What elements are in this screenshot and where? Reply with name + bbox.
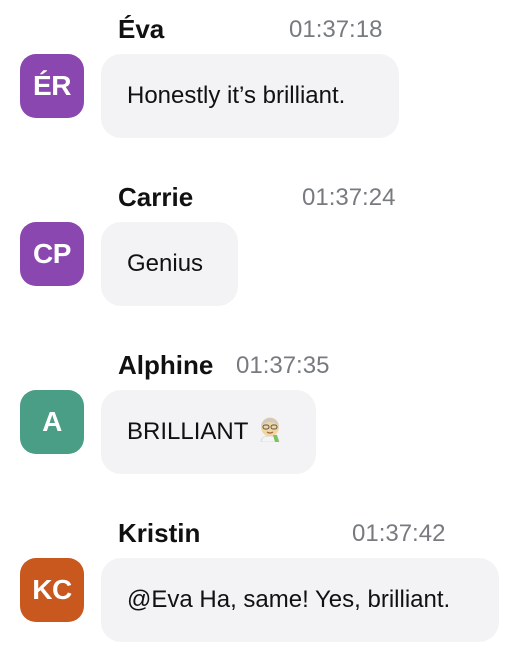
avatar[interactable]: ÉR xyxy=(20,54,84,118)
message-timestamp: 01:37:24 xyxy=(302,184,396,211)
sender-name[interactable]: Éva xyxy=(118,14,164,45)
message-timestamp: 01:37:18 xyxy=(289,16,383,43)
message-bubble: Genius xyxy=(101,222,238,306)
scientist-emoji-icon xyxy=(258,416,282,449)
message-text: @Eva Ha, same! Yes, brilliant. xyxy=(127,586,451,613)
sender-name[interactable]: Alphine xyxy=(118,350,213,381)
message-text: Genius xyxy=(127,250,204,277)
message-timestamp: 01:37:42 xyxy=(352,520,446,547)
avatar[interactable]: CP xyxy=(20,222,84,286)
message-bubble: BRILLIANT xyxy=(101,390,316,474)
message-text: BRILLIANT xyxy=(127,418,249,445)
message-timestamp: 01:37:35 xyxy=(236,352,330,379)
message-bubble: Honestly it’s brilliant. xyxy=(101,54,399,138)
avatar[interactable]: A xyxy=(20,390,84,454)
message-bubble: @Eva Ha, same! Yes, brilliant. xyxy=(101,558,499,642)
message-text: Honestly it’s brilliant. xyxy=(127,82,346,109)
sender-name[interactable]: Carrie xyxy=(118,182,193,213)
avatar[interactable]: KC xyxy=(20,558,84,622)
sender-name[interactable]: Kristin xyxy=(118,518,200,549)
